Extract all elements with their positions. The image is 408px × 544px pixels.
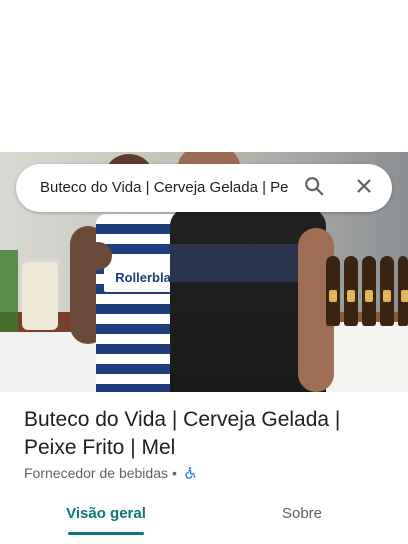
tab-overview[interactable]: Visão geral <box>48 494 164 534</box>
photo-bottle-left <box>0 250 18 332</box>
place-subtitle: Fornecedor de bebidas • <box>24 463 384 483</box>
tabs-bar: Visão geral Sobre <box>0 494 408 544</box>
tab-about[interactable]: Sobre <box>244 494 360 534</box>
place-category: Fornecedor de bebidas <box>24 465 168 481</box>
close-icon <box>353 175 375 202</box>
beer-bottle <box>344 256 358 326</box>
beer-bottle <box>398 256 408 326</box>
photo-jar <box>22 262 58 330</box>
wheelchair-icon <box>183 466 197 480</box>
tab-indicator <box>68 532 144 535</box>
search-button[interactable] <box>298 172 330 204</box>
close-button[interactable] <box>348 172 380 204</box>
place-title: Buteco do Vida | Cerveja Gelada | Peixe … <box>24 408 341 459</box>
search-input[interactable]: Buteco do Vida | Cerveja Gelada | Pe <box>40 164 304 212</box>
search-bar[interactable]: Buteco do Vida | Cerveja Gelada | Pe <box>16 164 392 212</box>
person-hand <box>84 242 112 270</box>
beer-bottles <box>326 236 408 326</box>
search-icon <box>303 175 325 202</box>
beer-bottle <box>362 256 376 326</box>
separator-dot: • <box>172 465 177 481</box>
beer-bottle <box>380 256 394 326</box>
beer-bottle <box>326 256 340 326</box>
top-blank-area <box>0 0 408 152</box>
